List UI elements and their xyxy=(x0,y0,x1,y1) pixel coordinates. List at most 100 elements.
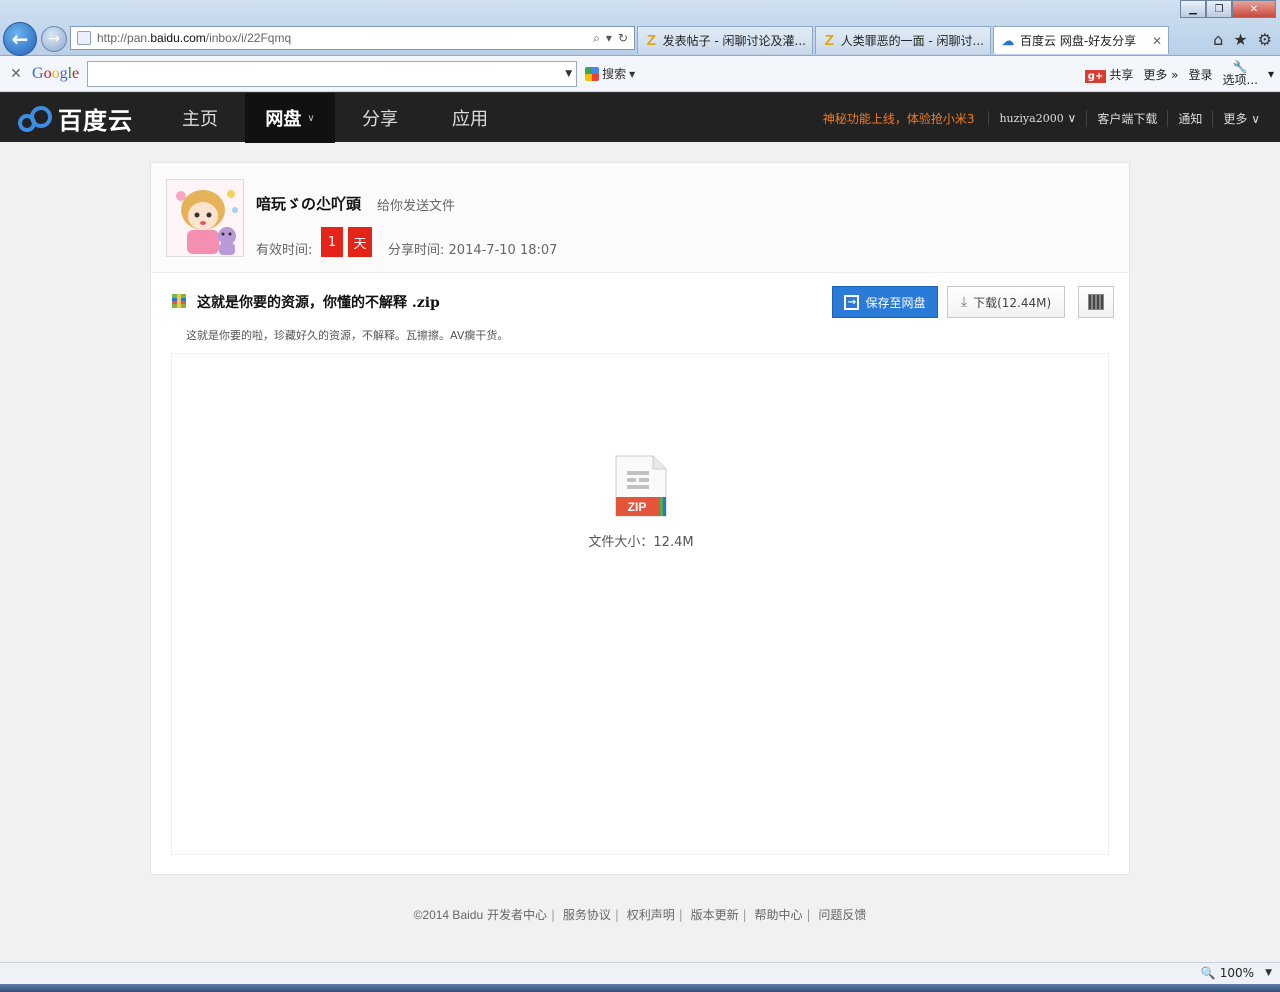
url-text[interactable]: http://pan.baidu.com/inbox/i/22Fqmq xyxy=(97,31,593,45)
share-time-value: 2014-7-10 18:07 xyxy=(448,243,558,258)
footer-link-rights[interactable]: 权利声明 xyxy=(627,908,675,922)
chevron-down-icon[interactable]: ▾ xyxy=(1268,67,1274,81)
login-button[interactable]: 登录 xyxy=(1189,66,1213,83)
share-time-label: 分享时间: xyxy=(388,243,445,258)
share-time: 分享时间: 2014-7-10 18:07 xyxy=(388,239,557,258)
google-logo: Google xyxy=(32,64,80,82)
search-icon[interactable]: ⌕ xyxy=(593,31,600,46)
tab-label: 发表帖子 - 闲聊讨论及灌... xyxy=(662,34,806,48)
chevron-down-icon[interactable]: ▼ xyxy=(1265,968,1272,978)
maximize-button[interactable]: ❐ xyxy=(1206,0,1232,18)
file-preview-area: ZIP 文件大小：12.4M xyxy=(171,353,1109,855)
save-label: 保存至网盘 xyxy=(865,295,926,310)
chevron-down-icon: ∨ xyxy=(307,112,315,124)
arrow-right-icon: → xyxy=(48,31,60,47)
arrow-left-icon: ← xyxy=(11,27,29,51)
zoom-control[interactable]: 🔍 100% xyxy=(1201,966,1254,980)
chevron-down-icon[interactable]: ▾ xyxy=(606,31,612,46)
search-label: 搜索 xyxy=(602,67,627,81)
share-label: 共享 xyxy=(1109,67,1134,82)
footer-link-help[interactable]: 帮助中心 xyxy=(755,908,803,922)
file-size: 文件大小：12.4M xyxy=(588,535,694,550)
browser-title-bar: ← → http://pan.baidu.com/inbox/i/22Fqmq … xyxy=(0,0,1280,56)
user-menu[interactable]: huziya2000 ∨ xyxy=(988,111,1086,125)
nav-label: 网盘 xyxy=(265,109,302,130)
back-button[interactable]: ← xyxy=(3,22,37,56)
close-window-button[interactable]: ✕ xyxy=(1232,0,1276,18)
google-search-button[interactable]: 搜索 ▾ xyxy=(585,65,635,82)
copyright: ©2014 Baidu xyxy=(413,908,484,922)
page-icon xyxy=(77,31,91,45)
tab-forum-post[interactable]: Z 发表帖子 - 闲聊讨论及灌... xyxy=(637,26,813,54)
forum-z-icon: Z xyxy=(646,31,656,49)
zip-badge-label: ZIP xyxy=(628,500,647,514)
save-icon: → xyxy=(844,294,860,310)
refresh-icon[interactable]: ↻ xyxy=(618,31,628,46)
site-logo[interactable]: 百度云 xyxy=(18,101,133,136)
google-search-icon xyxy=(585,66,600,81)
sender-name[interactable]: 喑玩ゞの尐吖頭 xyxy=(256,193,361,214)
tab-forum-thread[interactable]: Z 人类罪恶的一面 - 闲聊讨... xyxy=(815,26,991,54)
forum-z-icon: Z xyxy=(824,31,834,49)
baidu-cloud-logo-icon xyxy=(18,105,54,132)
nav-apps[interactable]: 应用 xyxy=(425,93,515,143)
avatar[interactable] xyxy=(166,179,244,257)
sender-action-text: 给你发送文件 xyxy=(377,199,456,214)
share-button[interactable]: g+ 共享 xyxy=(1084,66,1134,83)
google-toolbar: ✕ Google ▼ 搜索 ▾ g+ 共享 更多 » 登录 🔧 选项... ▾ xyxy=(0,56,1280,92)
options-button[interactable]: 🔧 选项... xyxy=(1223,61,1258,87)
client-download-link[interactable]: 客户端下载 xyxy=(1086,109,1167,127)
qr-code-button[interactable] xyxy=(1078,286,1114,318)
archive-file-icon xyxy=(172,294,186,308)
notifications-link[interactable]: 通知 xyxy=(1167,109,1212,127)
more-menu[interactable]: 更多 ∨ xyxy=(1212,109,1270,127)
download-label: 下载(12.44M) xyxy=(973,295,1052,310)
expiry-unit-badge: 天 xyxy=(348,227,372,257)
more-button[interactable]: 更多 » xyxy=(1143,66,1178,83)
chevron-down-icon: ∨ xyxy=(1067,111,1077,125)
zoom-level: 100% xyxy=(1219,966,1254,980)
footer-link-updates[interactable]: 版本更新 xyxy=(691,908,739,922)
more-label: 更多 xyxy=(1223,111,1248,126)
browser-status-bar: 🔍 100% ▼ xyxy=(0,962,1280,984)
tab-label: 百度云 网盘-好友分享 xyxy=(1020,34,1137,48)
sender-info: 喑玩ゞの尐吖頭 给你发送文件 有效时间: 1 天 分享时间: 2014-7-10… xyxy=(151,163,1129,273)
promo-link[interactable]: 神秘功能上线，体验抢小米3 xyxy=(823,110,975,127)
footer-link-feedback[interactable]: 问题反馈 xyxy=(818,908,866,922)
chevron-down-icon: ▾ xyxy=(629,66,636,81)
expiry-value-badge: 1 xyxy=(321,227,343,257)
tab-close-icon[interactable]: ✕ xyxy=(1146,34,1162,48)
qr-code-icon xyxy=(1088,294,1104,310)
nav-label: 主页 xyxy=(182,109,218,130)
nav-home[interactable]: 主页 xyxy=(155,93,245,143)
options-label: 选项... xyxy=(1222,73,1258,87)
site-header: 百度云 主页 网盘 ∨ 分享 应用 神秘功能上线，体验抢小米3 huziya200… xyxy=(0,92,1280,143)
baidu-cloud-icon: ☁ xyxy=(1002,33,1014,48)
chevron-down-icon[interactable]: ▼ xyxy=(565,69,572,79)
close-icon[interactable]: ✕ xyxy=(0,66,32,82)
gear-icon[interactable]: ⚙ xyxy=(1258,30,1272,49)
main-nav: 主页 网盘 ∨ 分享 应用 xyxy=(155,93,515,143)
footer-link-developer[interactable]: 开发者中心 xyxy=(487,908,547,922)
minimize-button[interactable]: ▁ xyxy=(1180,0,1206,18)
file-description: 这就是你要的啦，珍藏好久的资源，不解释。瓦擦擦。AV瘸干货。 xyxy=(186,329,509,342)
nav-label: 应用 xyxy=(452,109,488,130)
forward-button[interactable]: → xyxy=(41,26,67,52)
chevron-down-icon: ∨ xyxy=(1251,111,1260,126)
tab-baidu-cloud[interactable]: ☁ 百度云 网盘-好友分享 ✕ xyxy=(993,26,1169,54)
nav-share[interactable]: 分享 xyxy=(335,93,425,143)
logo-text: 百度云 xyxy=(58,107,133,135)
google-search-input[interactable]: ▼ xyxy=(87,60,578,87)
favorites-star-icon[interactable]: ★ xyxy=(1233,30,1247,49)
os-taskbar xyxy=(0,984,1280,992)
nav-netdisk[interactable]: 网盘 ∨ xyxy=(245,93,335,143)
home-icon[interactable]: ⌂ xyxy=(1213,30,1223,49)
zip-file-icon: ZIP xyxy=(615,455,667,517)
save-to-netdisk-button[interactable]: → 保存至网盘 xyxy=(832,286,938,318)
download-icon: ⤓ xyxy=(960,294,968,310)
username: huziya2000 xyxy=(999,112,1064,125)
address-bar[interactable]: http://pan.baidu.com/inbox/i/22Fqmq ⌕ ▾ … xyxy=(70,26,635,50)
download-button[interactable]: ⤓ 下载(12.44M) xyxy=(947,286,1065,318)
nav-label: 分享 xyxy=(362,109,398,130)
footer-link-terms[interactable]: 服务协议 xyxy=(563,908,611,922)
